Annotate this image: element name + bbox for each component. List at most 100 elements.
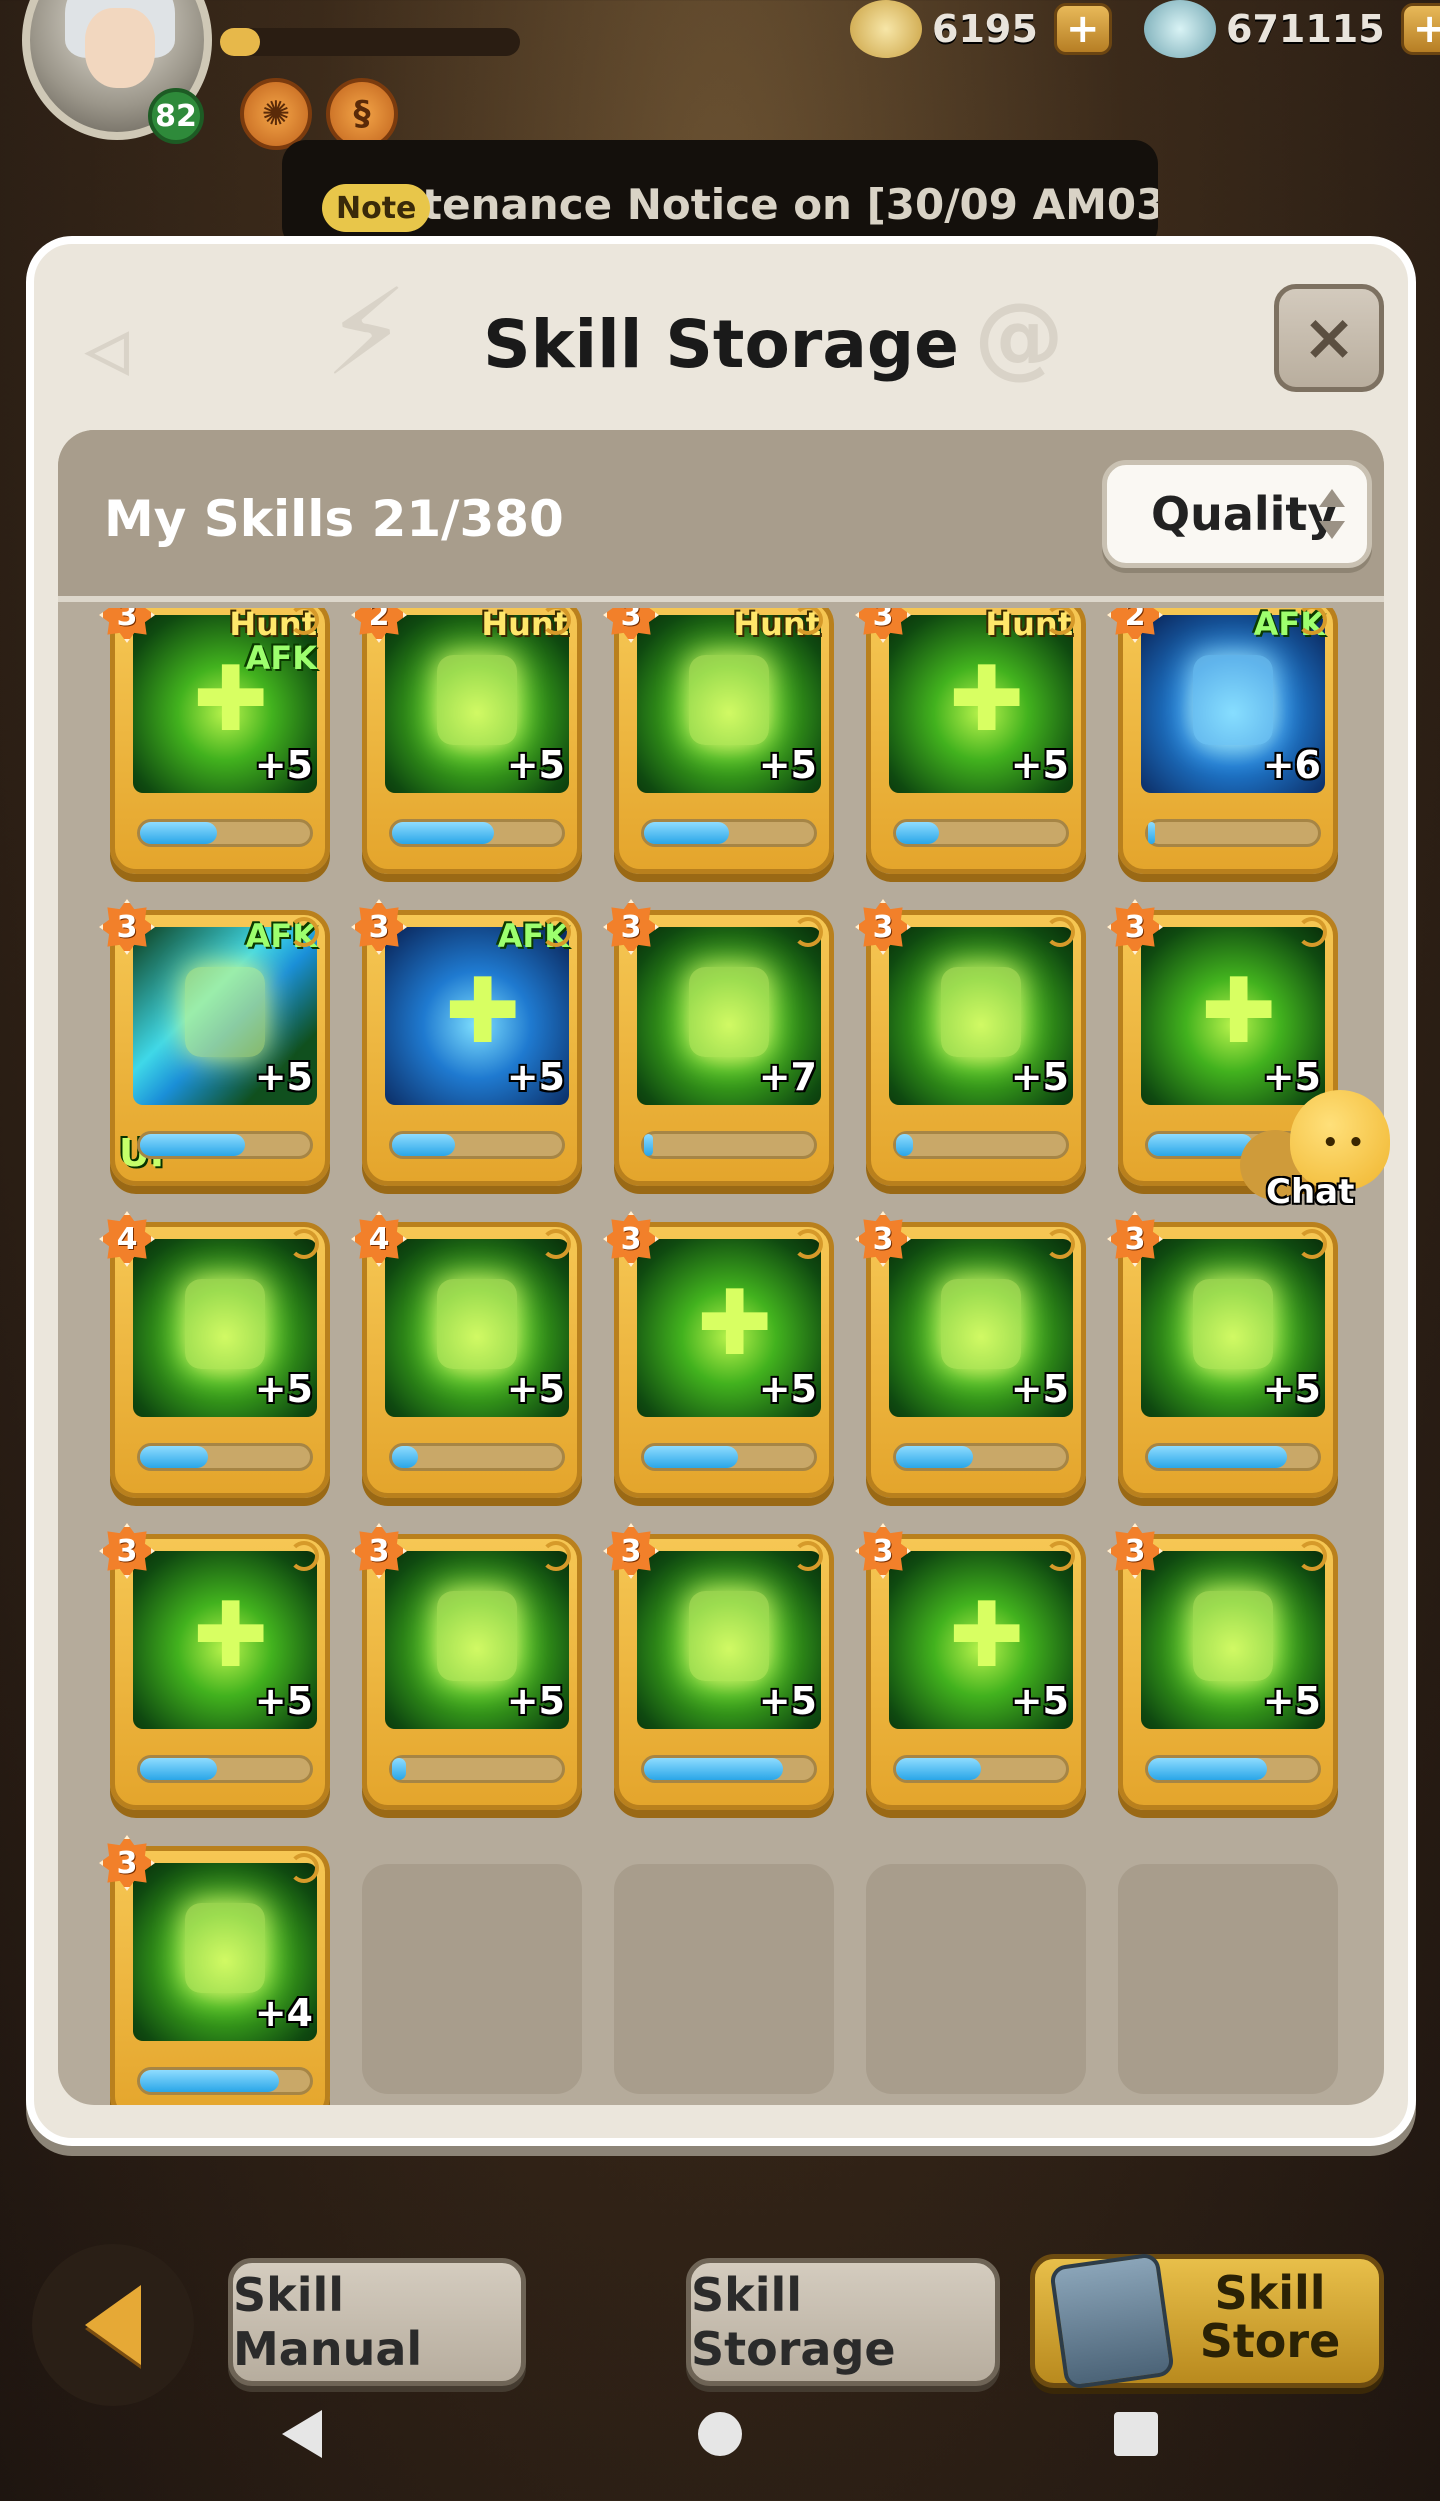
buff-shield-icon[interactable]: ✺ <box>240 78 312 150</box>
skill-card[interactable]: Hunt +5 2 <box>351 608 582 874</box>
skill-progress-bar <box>893 1443 1069 1471</box>
close-button[interactable]: × <box>1274 284 1384 392</box>
empty-skill-slot <box>866 1864 1086 2094</box>
skill-progress-fill <box>392 1758 406 1780</box>
skill-progress-bar <box>1145 1443 1321 1471</box>
skill-card[interactable]: ✚ +5 3 <box>603 1211 834 1498</box>
android-nav-bar <box>0 2380 1440 2501</box>
skill-enhance-level: +5 <box>254 1055 313 1099</box>
empty-skill-slot <box>362 1864 582 2094</box>
skill-emblem-icon <box>1193 1591 1273 1681</box>
chat-button[interactable]: • • Chat <box>1240 1090 1400 1230</box>
card-corner-swirl-icon <box>1297 917 1327 947</box>
my-skills-count: My Skills 21/380 <box>104 490 564 548</box>
skill-card[interactable]: +5 3 <box>855 1211 1086 1498</box>
gold-amount: 6195 <box>932 7 1038 51</box>
skill-card[interactable]: ✚ +5 3 <box>855 1523 1086 1810</box>
skill-progress-fill <box>1148 822 1155 844</box>
skill-enhance-level: +5 <box>506 1367 565 1411</box>
add-gem-button[interactable]: + <box>1400 3 1440 55</box>
gem-amount: 671115 <box>1226 7 1385 51</box>
nav-recents-icon[interactable] <box>1114 2412 1158 2456</box>
skill-card[interactable]: AFK +6 2 <box>1107 608 1338 874</box>
skill-progress-fill <box>140 822 217 844</box>
skill-emblem-icon <box>437 1591 517 1681</box>
skill-card[interactable]: +5 3 <box>855 899 1086 1186</box>
skill-card[interactable]: +5 4 <box>351 1211 582 1498</box>
skill-enhance-level: +4 <box>254 1991 313 2035</box>
skill-card[interactable]: +5 4 <box>99 1211 330 1498</box>
skill-card[interactable]: ✚ Hunt AFK +5 3 <box>99 608 330 874</box>
skill-progress-fill <box>392 1446 418 1468</box>
skill-grid: ✚ Hunt AFK +5 3 Hunt +5 2 Hunt +5 3 ✚ Hunt +5 3 AFK +6 2 A… <box>58 608 1384 2105</box>
card-corner-swirl-icon <box>541 1541 571 1571</box>
gold-coin-icon <box>850 0 922 58</box>
skill-progress-fill <box>392 822 494 844</box>
skill-card[interactable]: ✚ AFK +5 3 <box>351 899 582 1186</box>
card-corner-swirl-icon <box>1045 1229 1075 1259</box>
skill-emblem-icon <box>689 655 769 745</box>
shell-gem-icon <box>1144 0 1216 58</box>
skill-enhance-level: +5 <box>254 1679 313 1723</box>
skill-card[interactable]: AFKUP+53 <box>99 899 330 1186</box>
skill-enhance-level: +5 <box>506 1055 565 1099</box>
skill-emblem-icon <box>437 1279 517 1369</box>
skill-progress-fill <box>644 1446 738 1468</box>
card-corner-swirl-icon <box>541 917 571 947</box>
skill-card[interactable]: +5 3 <box>603 1523 834 1810</box>
skill-enhance-level: +5 <box>1262 1679 1321 1723</box>
skill-star-badge: 3 <box>603 899 659 955</box>
skill-list-header: My Skills 21/380 Quality <box>58 430 1384 602</box>
skill-emblem-icon <box>941 1279 1021 1369</box>
skill-emblem-icon <box>941 967 1021 1057</box>
skill-list-area: My Skills 21/380 Quality ✚ Hunt AFK +5 3 Hunt… <box>58 430 1384 2105</box>
skill-progress-bar <box>137 819 313 847</box>
sort-label: Quality <box>1151 487 1338 541</box>
skill-enhance-level: +5 <box>1262 1367 1321 1411</box>
skill-card[interactable]: +5 3 <box>351 1523 582 1810</box>
empty-skill-slot <box>614 1864 834 2094</box>
skill-progress-bar <box>641 1755 817 1783</box>
skill-star-badge: 3 <box>855 1211 911 1267</box>
skill-enhance-level: +5 <box>758 1679 817 1723</box>
skill-card[interactable]: +5 3 <box>1107 1523 1338 1810</box>
skill-card[interactable]: ✚ +5 3 <box>99 1523 330 1810</box>
skill-progress-bar <box>893 1755 1069 1783</box>
notice-banner[interactable]: tenance Notice on [30/09 AM03:00- Note <box>282 140 1158 250</box>
skill-card[interactable]: Hunt +5 3 <box>603 608 834 874</box>
sort-quality-button[interactable]: Quality <box>1102 460 1372 568</box>
skill-enhance-level: +5 <box>254 743 313 787</box>
back-arrow-icon <box>85 2285 141 2365</box>
card-corner-swirl-icon <box>541 1229 571 1259</box>
skill-emblem-icon <box>1193 655 1273 745</box>
skill-progress-bar <box>389 819 565 847</box>
skill-store-label: Skill Store <box>1165 2269 1375 2366</box>
skill-enhance-level: +7 <box>758 1055 817 1099</box>
skill-progress-bar <box>893 1131 1069 1159</box>
nav-home-icon[interactable] <box>698 2412 742 2456</box>
skill-card[interactable]: +4 3 <box>99 1835 330 2105</box>
card-corner-swirl-icon <box>289 1853 319 1883</box>
skill-progress-bar <box>893 819 1069 847</box>
skill-card[interactable]: +5 3 <box>1107 1211 1338 1498</box>
card-corner-swirl-icon <box>1045 917 1075 947</box>
skill-card[interactable]: ✚ Hunt +5 3 <box>855 608 1086 874</box>
skill-progress-fill <box>140 1446 208 1468</box>
gem-currency: 671115 + <box>1144 0 1440 58</box>
card-corner-swirl-icon <box>793 1541 823 1571</box>
gold-currency: 6195 + <box>850 0 1112 58</box>
player-level-badge: 82 <box>148 88 204 144</box>
skill-store-text: Skill Store <box>1199 2266 1341 2369</box>
skill-store-button[interactable]: Skill Store <box>1030 2251 1384 2391</box>
skill-progress-fill <box>1148 1134 1254 1156</box>
skill-emblem-icon <box>185 967 265 1057</box>
nav-back-icon[interactable] <box>282 2410 322 2458</box>
notice-text: tenance Notice on [30/09 AM03:00- <box>422 180 1158 229</box>
skill-manual-button[interactable]: Skill Manual <box>228 2258 526 2386</box>
skill-storage-button[interactable]: Skill Storage <box>686 2258 1000 2386</box>
buff-glyph: § <box>353 94 371 134</box>
skill-progress-fill <box>896 1134 913 1156</box>
card-corner-swirl-icon <box>1297 1229 1327 1259</box>
skill-card[interactable]: +7 3 <box>603 899 834 1186</box>
add-gold-button[interactable]: + <box>1053 3 1112 55</box>
